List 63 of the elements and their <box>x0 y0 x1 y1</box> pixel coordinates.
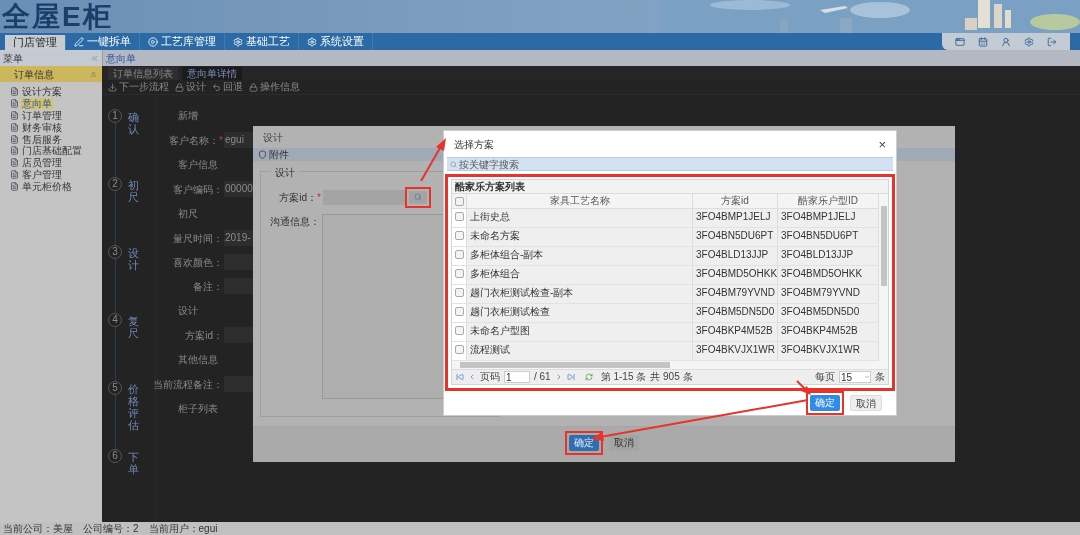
field-label: 方案id： <box>279 190 318 205</box>
field-label: 客户编码： <box>173 182 223 197</box>
table-cell: 3FO4BN5DU6PT <box>696 230 774 242</box>
table-cell: 3FO4BM5DN5D0 <box>781 306 860 318</box>
grid-title: 酷家乐方案列表 <box>455 181 525 192</box>
table-cell: 3FO4BM79YVND <box>696 287 775 299</box>
pager-label: 页码 <box>480 372 500 382</box>
table-cell: 3FO4BM5DN5D0 <box>696 306 775 318</box>
section-title: 设计 <box>178 304 198 318</box>
table-cell: 趟门衣柜测试检查-副本 <box>470 287 574 299</box>
dialog-title: 设计 <box>263 130 283 145</box>
table-cell: 多柜体组合 <box>470 268 520 280</box>
table-cell: 3FO4BKVJX1WR <box>696 344 775 356</box>
breadcrumb: 意向单 <box>106 51 136 66</box>
pager-label: / 61 <box>534 372 551 382</box>
table-cell: 3FO4BLD13JJP <box>781 249 854 261</box>
pager-label: 每页 <box>815 372 835 382</box>
table-cell: 未命名户型图 <box>470 325 530 337</box>
table-cell: 3FO4BKP4M52B <box>781 325 858 337</box>
table-cell: 趟门衣柜测试检查 <box>470 306 550 318</box>
table-cell: 未命名方案 <box>470 230 520 242</box>
logo: 全屋E柜 <box>2 2 113 31</box>
table-cell: 3FO4BM79YVND <box>781 287 860 299</box>
field-label: 方案id： <box>185 328 223 343</box>
sidebar-title: 菜单 <box>3 51 23 66</box>
section-title: 其他信息 <box>178 353 218 367</box>
fieldset-legend: 设计 <box>271 165 299 180</box>
dialog-title: 选择方案 <box>454 137 494 152</box>
table-cell: 多柜体组合-副本 <box>470 249 544 261</box>
section-title: 客户信息 <box>178 158 218 172</box>
field-label: 量尺时间： <box>173 231 223 246</box>
required-mark: * <box>219 133 223 148</box>
table-cell: 3FO4BMP1JELJ <box>696 211 771 223</box>
field-label: 沟通信息： <box>270 215 320 229</box>
field-label: 当前流程备注： <box>153 377 223 392</box>
table-cell: 3FO4BLD13JJP <box>696 249 769 261</box>
status-text: 当前用户：egui <box>148 523 218 534</box>
step-label: 设计 <box>128 246 139 274</box>
section-title: 新增 <box>178 109 198 123</box>
step-label: 下单 <box>128 450 139 478</box>
field-label: 备注： <box>193 279 223 294</box>
step-label: 复尺 <box>128 314 139 342</box>
step-label: 确认 <box>128 110 139 138</box>
table-cell: 3FO4BMD5OHKK <box>696 268 778 280</box>
field-label: 客户名称： <box>169 133 220 148</box>
status-text: 公司编号：2 <box>83 523 139 534</box>
table-cell: 流程测试 <box>470 344 510 356</box>
table-cell: 上街史总 <box>470 211 510 223</box>
table-cell: 3FO4BMD5OHKK <box>781 268 863 280</box>
table-cell: 3FO4BKP4M52B <box>696 325 773 337</box>
table-cell: 3FO4BMP1JELJ <box>781 211 856 223</box>
table-cell: 3FO4BKVJX1WR <box>781 344 860 356</box>
section-title: 柜子列表 <box>178 402 218 416</box>
pager-label: 第 1-15 条 <box>600 372 647 382</box>
section-title: 初尺 <box>178 207 198 221</box>
step-label: 价格评估 <box>128 382 139 434</box>
pager-label: 共 905 条 <box>650 372 693 382</box>
table-cell: 3FO4BN5DU6PT <box>781 230 859 242</box>
required-mark: * <box>317 190 321 205</box>
step-label: 初尺 <box>128 178 139 206</box>
status-text: 当前公司：美屋 <box>3 523 73 534</box>
field-label: 喜欢颜色： <box>173 255 223 270</box>
pager-label: 条 <box>875 372 885 382</box>
